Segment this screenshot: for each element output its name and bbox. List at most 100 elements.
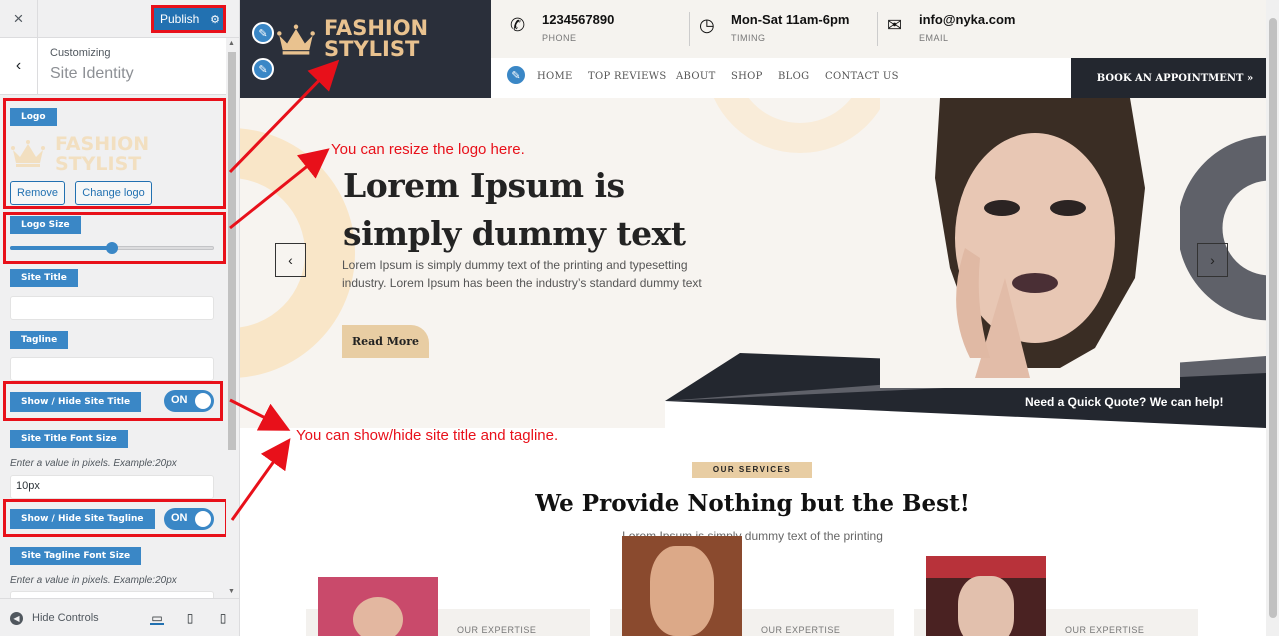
logo-label: Logo (10, 108, 57, 126)
service-card-label: OUR EXPERTISE (457, 625, 537, 635)
clock-icon: ◷ (699, 15, 715, 35)
toggle-knob (195, 393, 211, 409)
logo-preview-line1: FASHION (55, 133, 150, 155)
quick-quote-text: Need a Quick Quote? We can help! (1025, 395, 1224, 409)
toggle-knob (195, 511, 211, 527)
sidebar-footer: ◀ Hide Controls ▭ ▯ ▯ (0, 598, 239, 636)
slider-prev-button[interactable]: ‹ (275, 243, 306, 277)
hide-controls-icon[interactable]: ◀ (10, 612, 23, 625)
hero-model-image (880, 98, 1180, 388)
back-button[interactable]: ‹ (0, 38, 38, 94)
site-title-label: Site Title (10, 269, 78, 287)
timing-value: Mon-Sat 11am-6pm (731, 12, 850, 27)
timing-info: Mon-Sat 11am-6pm TIMING (731, 12, 849, 43)
scroll-up-icon[interactable]: ▲ (228, 40, 235, 47)
publish-button[interactable]: Publish ⚙ (151, 5, 226, 33)
site-title-input[interactable] (10, 296, 214, 320)
title-font-hint: Enter a value in pixels. Example:20px (10, 458, 177, 469)
change-logo-button[interactable]: Change logo (75, 181, 152, 205)
book-appointment-button[interactable]: BOOK AN APPOINTMENT » (1071, 58, 1279, 98)
logo-preview-line2: STYLIST (55, 153, 142, 175)
show-tagline-toggle-label: ON (171, 512, 188, 524)
services-subtitle: Lorem Ipsum is simply dummy text of the … (622, 529, 883, 543)
service-card-image (318, 577, 438, 636)
hero-title-line1: Lorem Ipsum is (343, 166, 625, 205)
show-tagline-label: Show / Hide Site Tagline (10, 509, 155, 529)
site-logo-line1: FASHION (324, 16, 429, 40)
hero-text: Lorem Ipsum is simply dummy text of the … (342, 258, 702, 290)
edit-pencil-icon[interactable]: ✎ (505, 64, 527, 86)
close-icon: × (13, 9, 24, 28)
envelope-icon: ✉ (887, 15, 903, 35)
customizer-sidebar: × Publish ⚙ ‹ Customizing Site Identity … (0, 0, 240, 636)
logo-size-label: Logo Size (10, 216, 81, 234)
services-tag: OUR SERVICES (692, 462, 812, 478)
publish-label: Publish (160, 12, 200, 26)
email-label: EMAIL (919, 33, 949, 43)
phone-info: 1234567890 PHONE (542, 12, 614, 43)
timing-label: TIMING (731, 33, 766, 43)
service-card-image (926, 556, 1046, 636)
show-title-toggle-label: ON (171, 394, 188, 406)
site-logo-area[interactable]: ✎ ✎ FASHION STYLIST (240, 0, 491, 98)
nav-item-about[interactable]: ABOUT (676, 71, 716, 82)
customizing-label: Customizing (50, 47, 111, 59)
gear-icon[interactable]: ⚙ (207, 13, 223, 26)
crown-icon (277, 24, 315, 55)
hide-controls-button[interactable]: Hide Controls (32, 612, 99, 624)
service-card-label: OUR EXPERTISE (1065, 625, 1145, 635)
nav-item-top-reviews[interactable]: TOP REVIEWS (588, 71, 667, 82)
email-value[interactable]: info@nyka.com (919, 12, 1015, 27)
title-font-size-label: Site Title Font Size (10, 430, 128, 448)
hero-title-line2: simply dummy text (343, 214, 686, 253)
customizer-app: × Publish ⚙ ‹ Customizing Site Identity … (0, 0, 1279, 636)
book-label: BOOK AN APPOINTMENT (1096, 72, 1244, 84)
preview-scroll-thumb[interactable] (1269, 18, 1277, 618)
mobile-preview-icon[interactable]: ▯ (216, 611, 230, 625)
divider (689, 12, 690, 46)
sidebar-header: × Publish ⚙ (0, 0, 239, 38)
scroll-down-icon[interactable]: ▼ (228, 588, 235, 595)
show-title-toggle[interactable]: ON (164, 390, 214, 412)
tagline-font-size-label: Site Tagline Font Size (10, 547, 142, 565)
double-chevron-icon: » (1246, 72, 1254, 84)
desktop-preview-icon[interactable]: ▭ (150, 611, 164, 625)
title-font-size-input[interactable]: 10px (10, 475, 214, 499)
phone-label: PHONE (542, 33, 577, 43)
logo-annotation: You can resize the logo here. (331, 141, 525, 158)
divider (877, 12, 878, 46)
tagline-font-hint: Enter a value in pixels. Example:20px (10, 575, 177, 586)
slider-handle[interactable] (106, 242, 118, 254)
chevron-right-icon: › (1210, 252, 1215, 268)
phone-value: 1234567890 (542, 12, 615, 27)
phone-icon: ✆ (510, 15, 526, 35)
show-title-label: Show / Hide Site Title (10, 392, 142, 412)
logo-preview: FASHION STYLIST (10, 134, 160, 174)
sidebar-scroll-thumb[interactable] (228, 52, 236, 450)
section-title: Site Identity (50, 65, 134, 82)
nav-item-contact-us[interactable]: CONTACT US (825, 71, 899, 82)
email-info: info@nyka.com EMAIL (919, 12, 1015, 43)
show-tagline-toggle[interactable]: ON (164, 508, 214, 530)
nav-item-shop[interactable]: SHOP (731, 71, 763, 82)
crown-icon (11, 140, 45, 167)
nav-item-home[interactable]: HOME (537, 71, 573, 82)
slider-next-button[interactable]: › (1197, 243, 1228, 277)
edit-pencil-icon[interactable]: ✎ (252, 58, 274, 80)
site-logo-line2: STYLIST (324, 37, 420, 61)
tagline-label: Tagline (10, 331, 69, 349)
services-heading: We Provide Nothing but the Best! (535, 490, 970, 517)
service-card-label: OUR EXPERTISE (761, 625, 841, 635)
tagline-input[interactable] (10, 357, 214, 381)
edit-pencil-icon[interactable]: ✎ (252, 22, 274, 44)
logo-size-slider[interactable] (10, 242, 214, 254)
chevron-left-icon: ‹ (15, 57, 22, 74)
title-annotation: You can show/hide site title and tagline… (296, 427, 559, 444)
close-button[interactable]: × (0, 0, 38, 38)
tablet-preview-icon[interactable]: ▯ (183, 611, 197, 625)
read-more-button[interactable]: Read More (342, 325, 429, 358)
remove-logo-button[interactable]: Remove (10, 181, 65, 205)
chevron-left-icon: ‹ (288, 252, 293, 268)
main-nav: ✎ HOME TOP REVIEWS ABOUT SHOP BLOG CONTA… (491, 58, 1071, 98)
nav-item-blog[interactable]: BLOG (778, 71, 809, 82)
